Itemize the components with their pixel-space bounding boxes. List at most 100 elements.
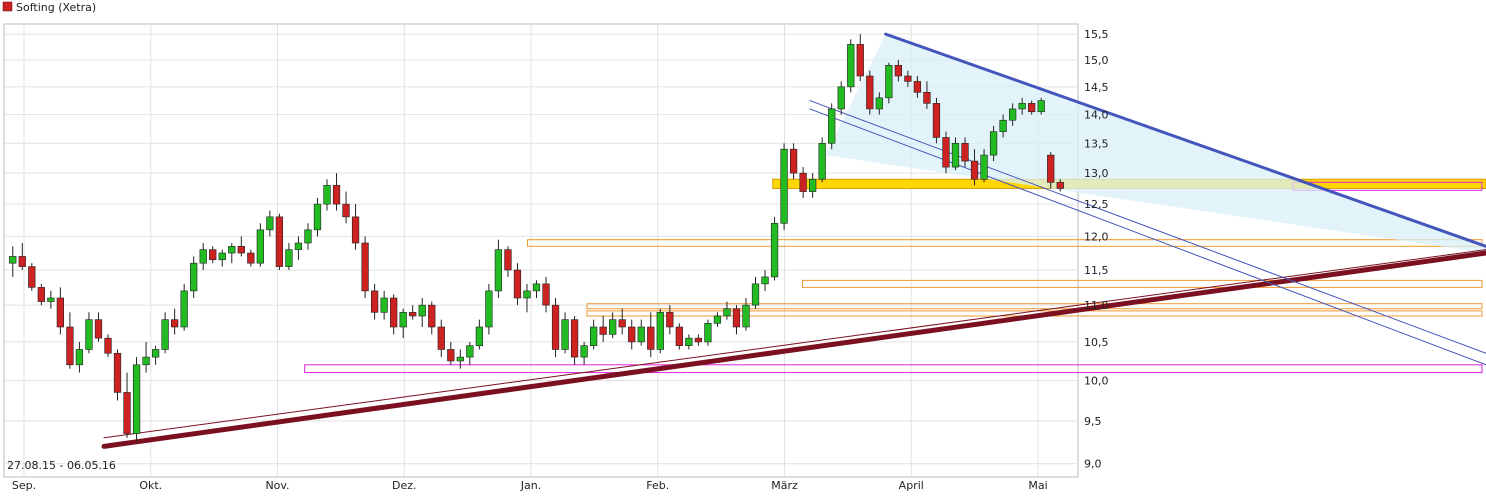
y-tick-label: 13,0 [1084,167,1109,180]
candle-up [75,349,84,366]
candle [132,357,141,443]
candle [704,319,712,346]
candle [932,97,941,144]
candle [180,283,188,331]
y-tick-label: 15,0 [1084,54,1109,67]
candle-up [847,44,855,88]
candle-up [190,262,198,292]
candle-down [799,172,807,192]
candle-down [894,65,902,77]
candle-down [647,326,655,350]
candle-down [37,287,45,302]
candle-up [761,276,769,285]
candle-up [523,290,531,299]
candle [942,131,950,174]
candle-up [494,249,503,292]
candle-down [332,185,341,205]
candle-up [561,319,569,350]
candle-up [818,143,826,180]
candle-up [256,229,264,264]
candle [828,103,836,150]
candle-down [428,304,436,328]
candle [675,323,683,350]
candle-up [590,326,598,346]
candle [866,70,874,115]
candle-down [504,249,512,271]
candle-down [542,283,550,306]
candle-up [637,326,645,343]
candle-down [390,297,398,328]
candle-down [247,252,255,264]
candle-down [28,266,36,288]
x-tick-label: Dez. [392,479,417,492]
candle-down [628,326,636,343]
y-tick-label: 14,0 [1084,109,1109,122]
candle-up [1008,108,1017,121]
y-tick-label: 12,0 [1084,230,1109,243]
candle [28,263,36,291]
candle-down [351,216,360,244]
candle [770,216,779,281]
candle-up [1037,100,1045,113]
candle-down [856,44,864,77]
candle-down [437,326,445,350]
candle-down [932,103,941,138]
candle-up [380,297,388,313]
candle-down [113,352,122,393]
x-tick-label: April [899,479,924,492]
candle-up [466,345,474,358]
candle-down [675,326,683,346]
candle-up [723,308,731,317]
x-tick-label: März [771,479,798,492]
candle-up [989,131,998,156]
candle-down [18,256,26,267]
plot-background [0,0,1486,499]
candle-up [132,364,141,434]
candle-up [399,312,407,328]
y-tick-label: 9,5 [1084,415,1102,428]
candle [656,308,664,354]
candle-down [237,246,245,254]
candle-up [161,319,169,350]
candle-down [942,137,950,168]
candle-up [228,246,236,254]
candle-up [609,319,617,335]
candle-up [266,216,274,231]
candle-down [342,203,350,218]
y-tick-label: 10,0 [1084,374,1109,387]
candle-up [294,242,303,250]
candle-up [532,283,541,292]
candle-up [218,252,226,261]
candle-up [285,249,293,267]
candle-up [151,349,160,358]
candle-up [875,97,883,110]
candle-down [666,312,674,328]
candle-down [1028,103,1036,113]
candle-down [56,297,65,328]
candle [818,137,826,183]
x-tick-label: Sep. [12,479,36,492]
x-tick-label: Okt. [139,479,162,492]
y-tick-label: 15,5 [1084,28,1109,41]
candle-down [618,319,626,328]
candle-up [142,356,150,366]
x-tick-label: Feb. [646,479,669,492]
y-tick-label: 14,5 [1084,81,1109,94]
candle [885,62,893,104]
candle-down [913,81,922,93]
candle-down [171,319,179,328]
candle [361,236,369,298]
candle-down [513,269,522,299]
candle-down [923,92,931,104]
candle-down [1056,181,1064,189]
date-range-label: 27.08.15 - 06.05.16 [7,459,116,472]
candle-down [94,319,103,339]
candle-up [980,154,988,180]
candle-up [180,290,188,328]
title-marker [2,1,13,12]
candle [780,143,788,230]
candle-up [418,304,426,317]
candle-down [447,349,455,362]
candle-up [656,312,664,350]
candle-up [9,256,17,264]
